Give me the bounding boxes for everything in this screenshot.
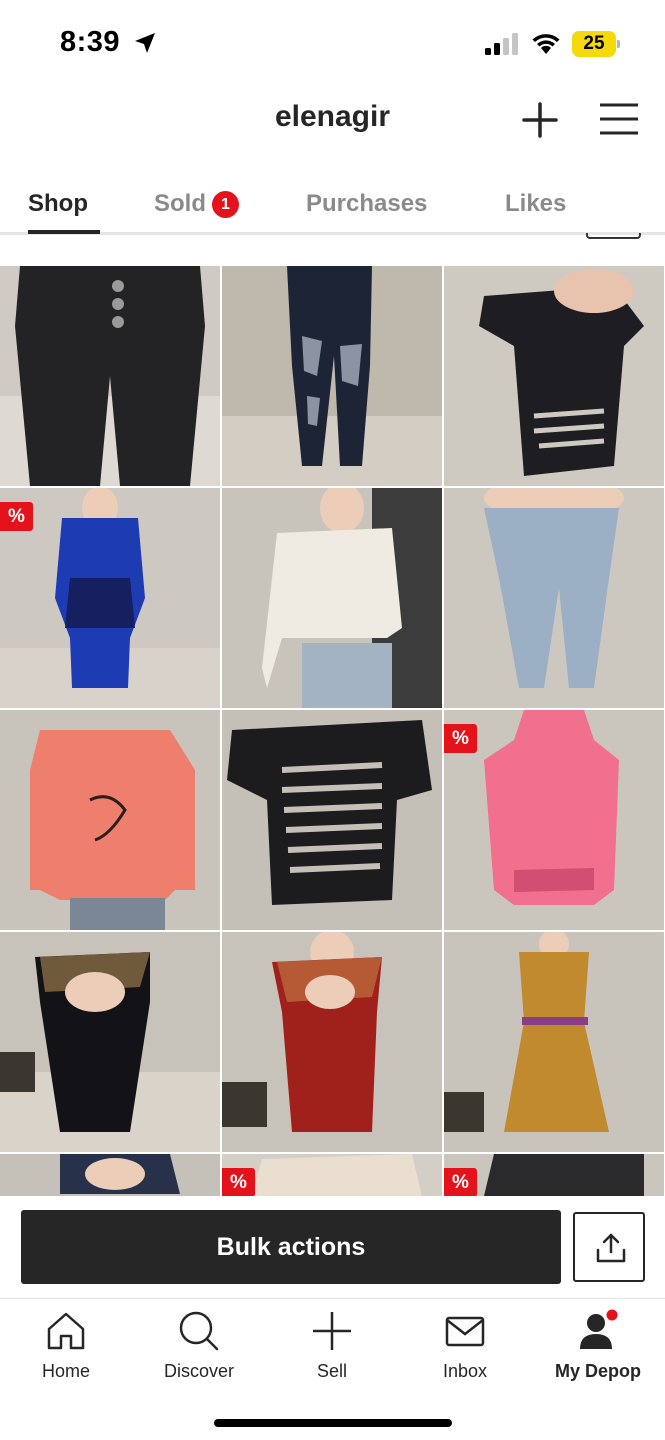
signal-icon (485, 33, 518, 55)
plus-icon[interactable] (522, 102, 558, 138)
product-tile[interactable] (444, 266, 664, 486)
product-tile[interactable] (0, 1154, 220, 1196)
battery-icon: 25 (572, 31, 620, 57)
product-tile[interactable] (0, 710, 220, 930)
tab-sold-label: Sold (154, 190, 206, 217)
product-tile[interactable] (222, 932, 442, 1152)
profile-tabs: Shop Sold 1 Purchases Likes (0, 175, 665, 235)
home-icon (47, 1312, 85, 1350)
nav-inbox[interactable]: Inbox (405, 1309, 525, 1389)
nav-home[interactable]: Home (6, 1309, 126, 1389)
product-tile[interactable] (0, 932, 220, 1152)
profile-header: elenagir (0, 80, 665, 160)
profile-icon (580, 1309, 618, 1349)
product-tile[interactable] (222, 710, 442, 930)
status-time: 8:39 (60, 26, 121, 58)
product-tile[interactable]: % (444, 1154, 664, 1196)
active-tab-underline (28, 230, 100, 234)
discount-badge: % (0, 502, 33, 531)
nav-my-depop-label: My Depop (554, 1361, 641, 1381)
product-tile[interactable]: % (0, 488, 220, 708)
nav-inbox-label: Inbox (442, 1361, 488, 1381)
product-tile[interactable] (222, 266, 442, 486)
discount-badge: % (444, 1168, 477, 1196)
product-tile[interactable]: % (222, 1154, 442, 1196)
product-tile[interactable] (444, 932, 664, 1152)
location-arrow-icon (135, 33, 155, 53)
nav-discover-label: Discover (163, 1361, 234, 1381)
bottom-navigation: Home Discover Sell Inbox My Depop (0, 1298, 665, 1440)
bulk-actions-bar: Bulk actions (0, 1196, 665, 1300)
nav-sell[interactable]: Sell (272, 1309, 392, 1389)
share-upload-icon (596, 1233, 626, 1263)
product-tile[interactable] (0, 266, 220, 486)
mail-icon (445, 1316, 485, 1347)
tab-purchases[interactable]: Purchases (306, 190, 427, 218)
product-tile[interactable] (444, 488, 664, 708)
nav-my-depop[interactable]: My Depop (538, 1309, 658, 1389)
nav-discover[interactable]: Discover (139, 1309, 259, 1389)
tab-sold[interactable]: Sold 1 (154, 190, 239, 218)
discount-badge: % (444, 724, 477, 753)
battery-level: 25 (583, 33, 605, 54)
nav-sell-label: Sell (316, 1361, 347, 1381)
product-grid: % % % % (0, 266, 665, 1196)
search-icon (179, 1311, 219, 1351)
home-indicator (214, 1419, 452, 1427)
discount-badge: % (222, 1168, 255, 1196)
hamburger-menu-icon[interactable] (598, 102, 640, 136)
bulk-actions-button[interactable]: Bulk actions (21, 1210, 561, 1284)
product-tile[interactable]: % (444, 710, 664, 930)
tab-shop[interactable]: Shop (28, 190, 88, 218)
product-tile[interactable] (222, 488, 442, 708)
wifi-icon (532, 34, 560, 54)
page-title: elenagir (274, 100, 391, 133)
partial-filter-element (586, 233, 641, 239)
plus-icon (313, 1312, 351, 1350)
share-button[interactable] (573, 1212, 645, 1282)
tab-likes[interactable]: Likes (505, 190, 566, 218)
sold-count-badge: 1 (212, 191, 239, 218)
status-bar: 8:39 25 (0, 0, 665, 80)
nav-home-label: Home (41, 1361, 90, 1381)
